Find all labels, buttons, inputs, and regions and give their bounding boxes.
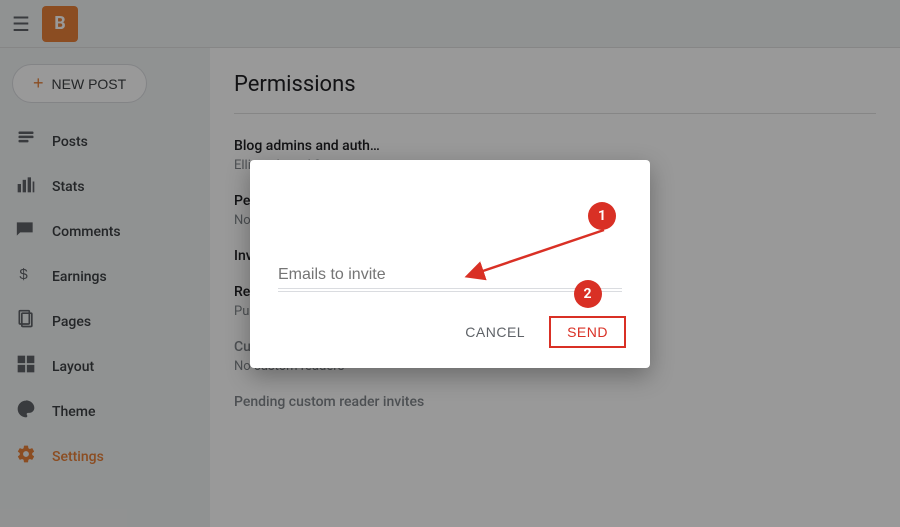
invite-modal: 1 CANCEL (250, 160, 650, 368)
cancel-button[interactable]: CANCEL (449, 316, 541, 348)
modal-overlay: 1 CANCEL (0, 0, 900, 527)
modal-actions: CANCEL 2 SEND (274, 316, 626, 348)
annotation-1: 1 (588, 202, 616, 230)
annotation-2: 2 (574, 280, 602, 308)
send-button[interactable]: SEND (549, 316, 626, 348)
emails-input[interactable] (278, 262, 622, 289)
